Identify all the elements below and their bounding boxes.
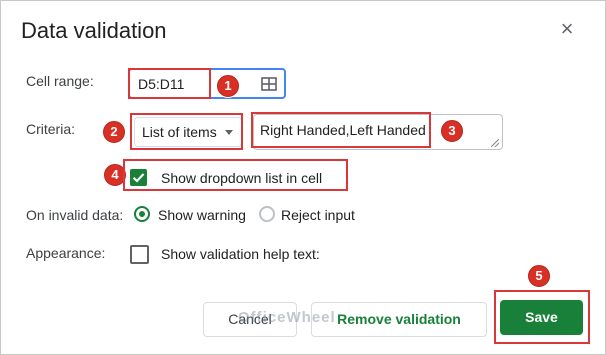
annotation-badge-1: 1: [217, 75, 239, 97]
annotation-badge-5: 5: [528, 265, 550, 287]
dialog-title: Data validation: [21, 18, 167, 43]
show-dropdown-checkbox[interactable]: [130, 169, 147, 186]
criteria-label: Criteria:: [26, 121, 76, 137]
remove-validation-button[interactable]: Remove validation: [311, 302, 487, 337]
show-warning-label: Show warning: [158, 207, 246, 223]
annotation-badge-3: 3: [441, 120, 463, 142]
highlight-box-3: [251, 112, 431, 148]
invalid-data-label: On invalid data:: [26, 207, 124, 223]
checkmark-icon: [132, 173, 145, 183]
save-button[interactable]: Save: [500, 300, 583, 335]
reject-input-radio[interactable]: [259, 206, 275, 222]
help-text-label: Show validation help text:: [161, 246, 320, 262]
show-warning-radio[interactable]: [134, 206, 150, 222]
appearance-label: Appearance:: [26, 245, 106, 261]
close-icon[interactable]: ×: [557, 18, 577, 40]
annotation-badge-2: 2: [103, 121, 125, 143]
show-dropdown-label: Show dropdown list in cell: [161, 170, 323, 186]
grid-select-icon[interactable]: [261, 76, 277, 92]
help-text-checkbox[interactable]: [130, 245, 149, 264]
highlight-box-2: [130, 113, 243, 150]
highlight-box-1: [128, 68, 211, 99]
data-validation-dialog: Data validation × Cell range: D5:D11 1 C…: [0, 0, 606, 355]
watermark: OfficeWheel: [238, 309, 336, 326]
resize-grip-icon[interactable]: [491, 139, 499, 147]
reject-input-label: Reject input: [281, 207, 355, 223]
cell-range-label: Cell range:: [26, 73, 94, 89]
